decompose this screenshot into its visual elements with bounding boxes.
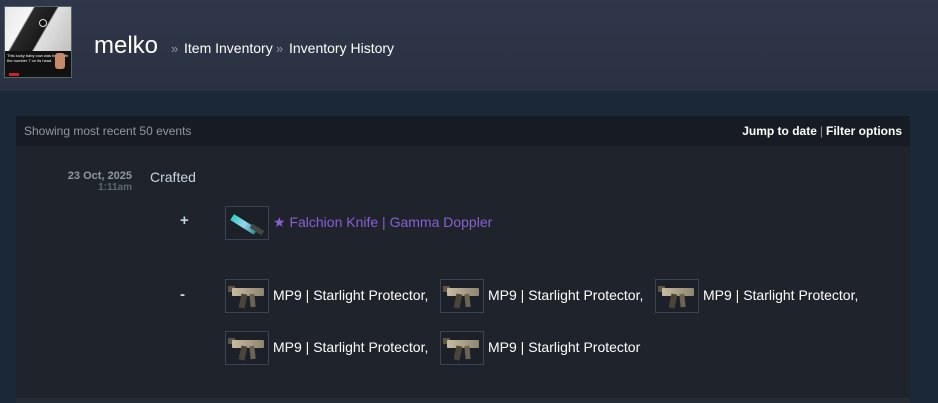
gun-grip-shape [668,293,678,309]
lost-item-name[interactable]: MP9 | Starlight Protector, [273,287,428,303]
breadcrumb-inventory-history[interactable]: Inventory History [289,40,394,56]
gun-grip-shape [238,293,248,309]
falchion-knife-icon[interactable] [225,206,269,240]
history-actions: Jump to date | Filter options [742,124,902,138]
avatar-cow-eye [39,19,47,27]
lost-item-name[interactable]: MP9 | Starlight Protector, [488,287,643,303]
filter-options-link[interactable]: Filter options [826,124,902,138]
gun-grip-shape [238,345,248,361]
showing-events-text: Showing most recent 50 events [24,124,192,138]
panel-divider [16,398,910,403]
avatar-face [55,53,65,69]
gun-body-shape [447,340,479,348]
gun-body-shape [662,288,694,296]
avatar[interactable]: This lucky baby cow was born with the nu… [4,6,72,78]
mp9-icon[interactable] [225,331,269,365]
gun-grip-shape [453,293,463,309]
mp9-icon[interactable] [655,279,699,313]
profile-name-link[interactable]: melko [94,32,158,60]
gun-grip-shape [453,345,463,361]
avatar-cow-image [5,7,71,53]
gun-body-shape [447,288,479,296]
lost-item-name[interactable]: MP9 | Starlight Protector, [273,339,428,355]
mp9-icon[interactable] [225,279,269,313]
lost-item-name[interactable]: MP9 | Starlight Protector [488,339,640,355]
items-lost-sign: - [180,286,185,303]
avatar-red-mark [9,73,19,76]
mp9-icon[interactable] [440,279,484,313]
breadcrumb-item-inventory[interactable]: Item Inventory [184,40,273,56]
action-divider: | [819,124,823,138]
mp9-icon[interactable] [440,331,484,365]
gun-body-shape [232,288,264,296]
lost-item-name[interactable]: MP9 | Starlight Protector, [703,287,858,303]
breadcrumb-separator: » [276,41,284,56]
profile-header: This lucky baby cow was born with the nu… [0,0,938,91]
history-toolbar: Showing most recent 50 events Jump to da… [16,116,910,146]
received-item-name[interactable]: ★ Falchion Knife | Gamma Doppler [273,214,492,231]
event-time: 1:11am [98,182,132,193]
inventory-history-panel: Showing most recent 50 events Jump to da… [16,116,910,403]
breadcrumb-separator: » [171,41,179,56]
event-date: 23 Oct, 2025 [67,170,132,182]
event-description: Crafted [150,169,196,185]
jump-to-date-link[interactable]: Jump to date [742,124,817,138]
items-received-sign: + [180,212,189,229]
gun-body-shape [232,340,264,348]
